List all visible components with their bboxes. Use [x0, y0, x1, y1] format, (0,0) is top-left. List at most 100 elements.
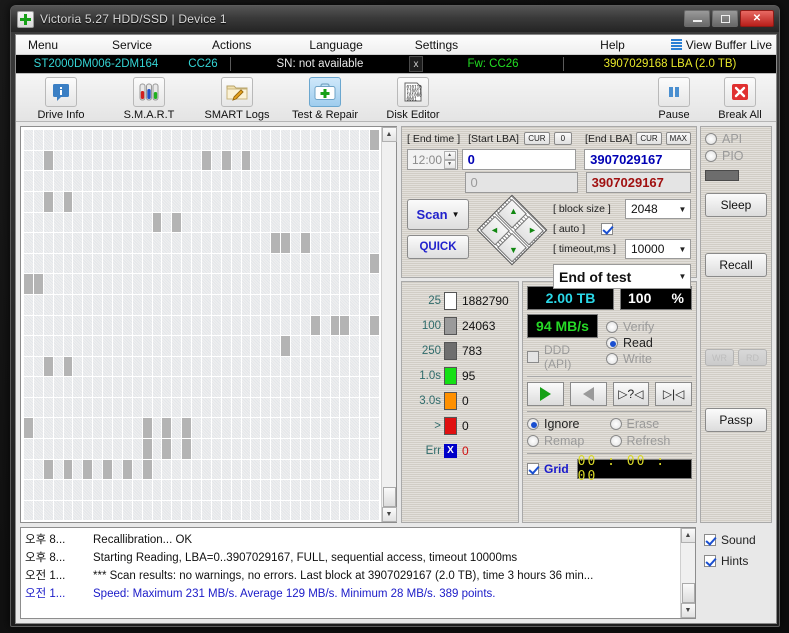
scan-block: [93, 294, 103, 315]
mode-radio-write[interactable]: Write: [606, 352, 692, 366]
scroll-up-button[interactable]: ▲: [381, 127, 397, 143]
log-vertical-scrollbar[interactable]: ▲ ▼: [680, 528, 695, 618]
scan-block: [291, 130, 300, 150]
scan-button[interactable]: Scan ▼: [407, 199, 469, 231]
block-size-combo[interactable]: 2048 ▼: [625, 199, 691, 220]
toolbar-button-drive-info[interactable]: Drive Info: [22, 77, 100, 121]
scan-block: [83, 274, 93, 294]
scan-block: [291, 356, 300, 377]
view-buffer-live-button[interactable]: View Buffer Live: [670, 38, 772, 52]
scan-block: [202, 336, 211, 356]
recall-button[interactable]: Recall: [705, 253, 767, 278]
scan-block: [63, 233, 73, 253]
scan-block-grid[interactable]: [21, 127, 381, 522]
scan-block: [63, 418, 73, 439]
scan-block: [43, 212, 53, 233]
scan-block: [231, 480, 241, 500]
sound-checkbox[interactable]: Sound: [704, 533, 768, 547]
menu-item-service[interactable]: Service: [106, 38, 158, 52]
scan-block: [53, 253, 63, 274]
play-backward-button[interactable]: [569, 382, 607, 407]
log-line: 오후 8... Starting Reading, LBA=0..39070291…: [25, 549, 676, 567]
auto-checkbox[interactable]: [601, 223, 613, 236]
scan-block: [172, 150, 182, 171]
interface-radio-pio[interactable]: PIO: [705, 149, 767, 163]
scan-block: [73, 171, 83, 191]
end-of-test-combo[interactable]: End of test ▼: [553, 264, 691, 290]
chevron-down-icon[interactable]: ▼: [675, 205, 690, 214]
scan-block: [122, 274, 132, 294]
scan-block: [43, 500, 53, 521]
wr-button[interactable]: WR: [705, 349, 734, 367]
scroll-thumb[interactable]: [382, 487, 396, 508]
chevron-down-icon[interactable]: ▼: [675, 245, 690, 254]
timeout-combo[interactable]: 10000 ▼: [625, 239, 691, 260]
scroll-down-button[interactable]: ▼: [680, 602, 695, 618]
end-lba-input[interactable]: 3907029167: [584, 149, 691, 171]
scan-block: [291, 274, 300, 294]
scan-block: [132, 130, 142, 150]
maximize-button[interactable]: [712, 10, 738, 27]
menu-item-help[interactable]: Help: [594, 38, 631, 52]
pause-button[interactable]: Pause: [646, 77, 702, 121]
menu-item-language[interactable]: Language: [303, 38, 368, 52]
quick-button[interactable]: QUICK: [407, 235, 469, 260]
scan-block: [241, 418, 251, 439]
scan-block: [73, 500, 83, 521]
scan-block: [162, 253, 172, 274]
map-vertical-scrollbar[interactable]: ▲ ▼: [381, 127, 397, 523]
action-radio-ignore[interactable]: Ignore: [527, 417, 610, 431]
scroll-up-button[interactable]: ▲: [680, 528, 695, 544]
menu-item-settings[interactable]: Settings: [409, 38, 464, 52]
minimize-button[interactable]: [684, 10, 710, 27]
log-panel[interactable]: 오후 8... Recallibration... OK 오후 8... Starti…: [20, 527, 696, 619]
ddd-api-checkbox[interactable]: DDD (API): [527, 343, 598, 371]
dpad-up-icon[interactable]: ▲: [509, 206, 518, 216]
random-seek-button[interactable]: ▷?◁: [612, 382, 650, 407]
title-bar[interactable]: Victoria 5.27 HDD/SSD | Device 1 ✕: [11, 6, 779, 32]
scan-block: [370, 274, 379, 294]
action-radio-refresh[interactable]: Refresh: [609, 434, 693, 448]
scan-map-panel[interactable]: ▲ ▼: [20, 126, 397, 524]
action-radio-erase[interactable]: Erase: [609, 417, 693, 431]
break-all-button[interactable]: Break All: [712, 77, 768, 121]
mode-radio-verify[interactable]: Verify: [606, 320, 692, 334]
play-forward-button[interactable]: [527, 382, 564, 407]
scan-block: [182, 150, 192, 171]
menu-item-menu[interactable]: Menu: [22, 38, 64, 52]
interface-radio-api[interactable]: API: [705, 132, 767, 146]
butterfly-seek-button[interactable]: ▷|◁: [655, 382, 692, 407]
end-lba-cur-button[interactable]: CUR: [636, 132, 662, 146]
end-lba-max-button[interactable]: MAX: [665, 132, 691, 146]
end-time-spinner[interactable]: ▲ ▼: [443, 151, 456, 170]
close-button[interactable]: ✕: [740, 10, 774, 27]
mode-radio-read[interactable]: Read: [606, 336, 692, 350]
scan-block: [330, 500, 340, 521]
start-lba-zero-button[interactable]: 0: [553, 132, 573, 146]
scan-block: [24, 294, 33, 315]
start-lba-cur-button[interactable]: CUR: [524, 132, 550, 146]
grid-checkbox[interactable]: Grid: [527, 462, 569, 476]
passp-button[interactable]: Passp: [705, 408, 767, 433]
action-radio-remap[interactable]: Remap: [527, 434, 610, 448]
dpad-down-icon[interactable]: ▼: [509, 245, 518, 255]
serial-clear-button[interactable]: x: [409, 56, 423, 73]
chevron-down-icon[interactable]: ▼: [675, 272, 690, 281]
toolbar-button-smart[interactable]: S.M.A.R.T: [110, 77, 188, 121]
toolbar-button-test-repair[interactable]: Test & Repair: [286, 77, 364, 121]
toolbar-button-disk-editor[interactable]: 010110 110011 101000 0001 Disk Editor: [374, 77, 452, 121]
navigation-dpad[interactable]: ▲ ▼ ◄ ►: [476, 194, 548, 266]
scroll-down-button[interactable]: ▼: [381, 507, 397, 523]
scan-block: [370, 336, 379, 356]
scroll-thumb[interactable]: [681, 582, 695, 603]
scan-block: [310, 130, 320, 150]
hints-checkbox[interactable]: Hints: [704, 554, 768, 568]
start-lba-input[interactable]: 0: [461, 149, 577, 171]
rd-button[interactable]: RD: [738, 349, 767, 367]
dpad-left-icon[interactable]: ◄: [490, 225, 499, 235]
menu-item-actions[interactable]: Actions: [206, 38, 257, 52]
end-time-field[interactable]: 12:00 ▲ ▼: [407, 149, 458, 171]
sleep-button[interactable]: Sleep: [705, 193, 767, 218]
dpad-right-icon[interactable]: ►: [528, 225, 537, 235]
toolbar-button-smart-logs[interactable]: SMART Logs: [198, 77, 276, 121]
